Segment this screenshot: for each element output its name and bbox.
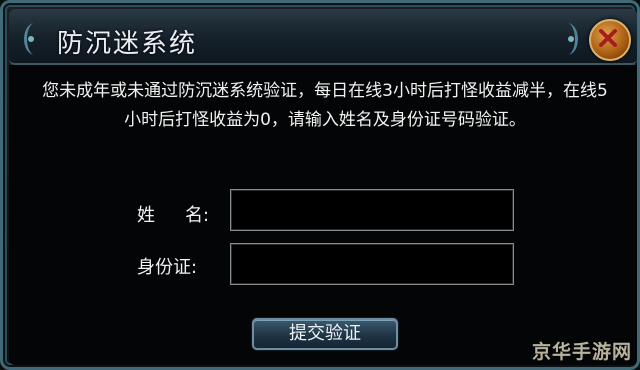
dialog-content: 您未成年或未通过防沉迷系统验证，每日在线3小时后打怪收益减半，在线5小时后打怪收… bbox=[9, 65, 637, 365]
corner-ornament-icon bbox=[568, 23, 578, 55]
name-input-field[interactable] bbox=[230, 189, 514, 231]
dialog-title: 防沉迷系统 bbox=[57, 29, 198, 59]
name-input[interactable] bbox=[231, 190, 513, 230]
anti-addiction-dialog: 防沉迷系统 您未成年或未通过防沉迷系统验证，每日在线3小时后打怪收益减半，在线5… bbox=[0, 0, 640, 370]
name-label: 姓 名: bbox=[137, 201, 209, 227]
dialog-titlebar: 防沉迷系统 bbox=[9, 9, 637, 65]
watermark-logo: 京华手游网 bbox=[531, 341, 632, 363]
id-card-label: 身份证: bbox=[137, 257, 198, 278]
id-card-input[interactable] bbox=[231, 244, 513, 284]
id-card-input-field[interactable] bbox=[230, 243, 514, 285]
submit-verification-button[interactable]: 提交验证 bbox=[252, 318, 398, 350]
verification-message: 您未成年或未通过防沉迷系统验证，每日在线3小时后打怪收益减半，在线5小时后打怪收… bbox=[42, 81, 608, 130]
name-label-part2: 名: bbox=[185, 205, 210, 226]
corner-ornament-icon bbox=[24, 23, 34, 55]
close-button[interactable] bbox=[589, 19, 631, 61]
name-label-part1: 姓 bbox=[137, 205, 155, 226]
close-icon bbox=[599, 29, 617, 47]
